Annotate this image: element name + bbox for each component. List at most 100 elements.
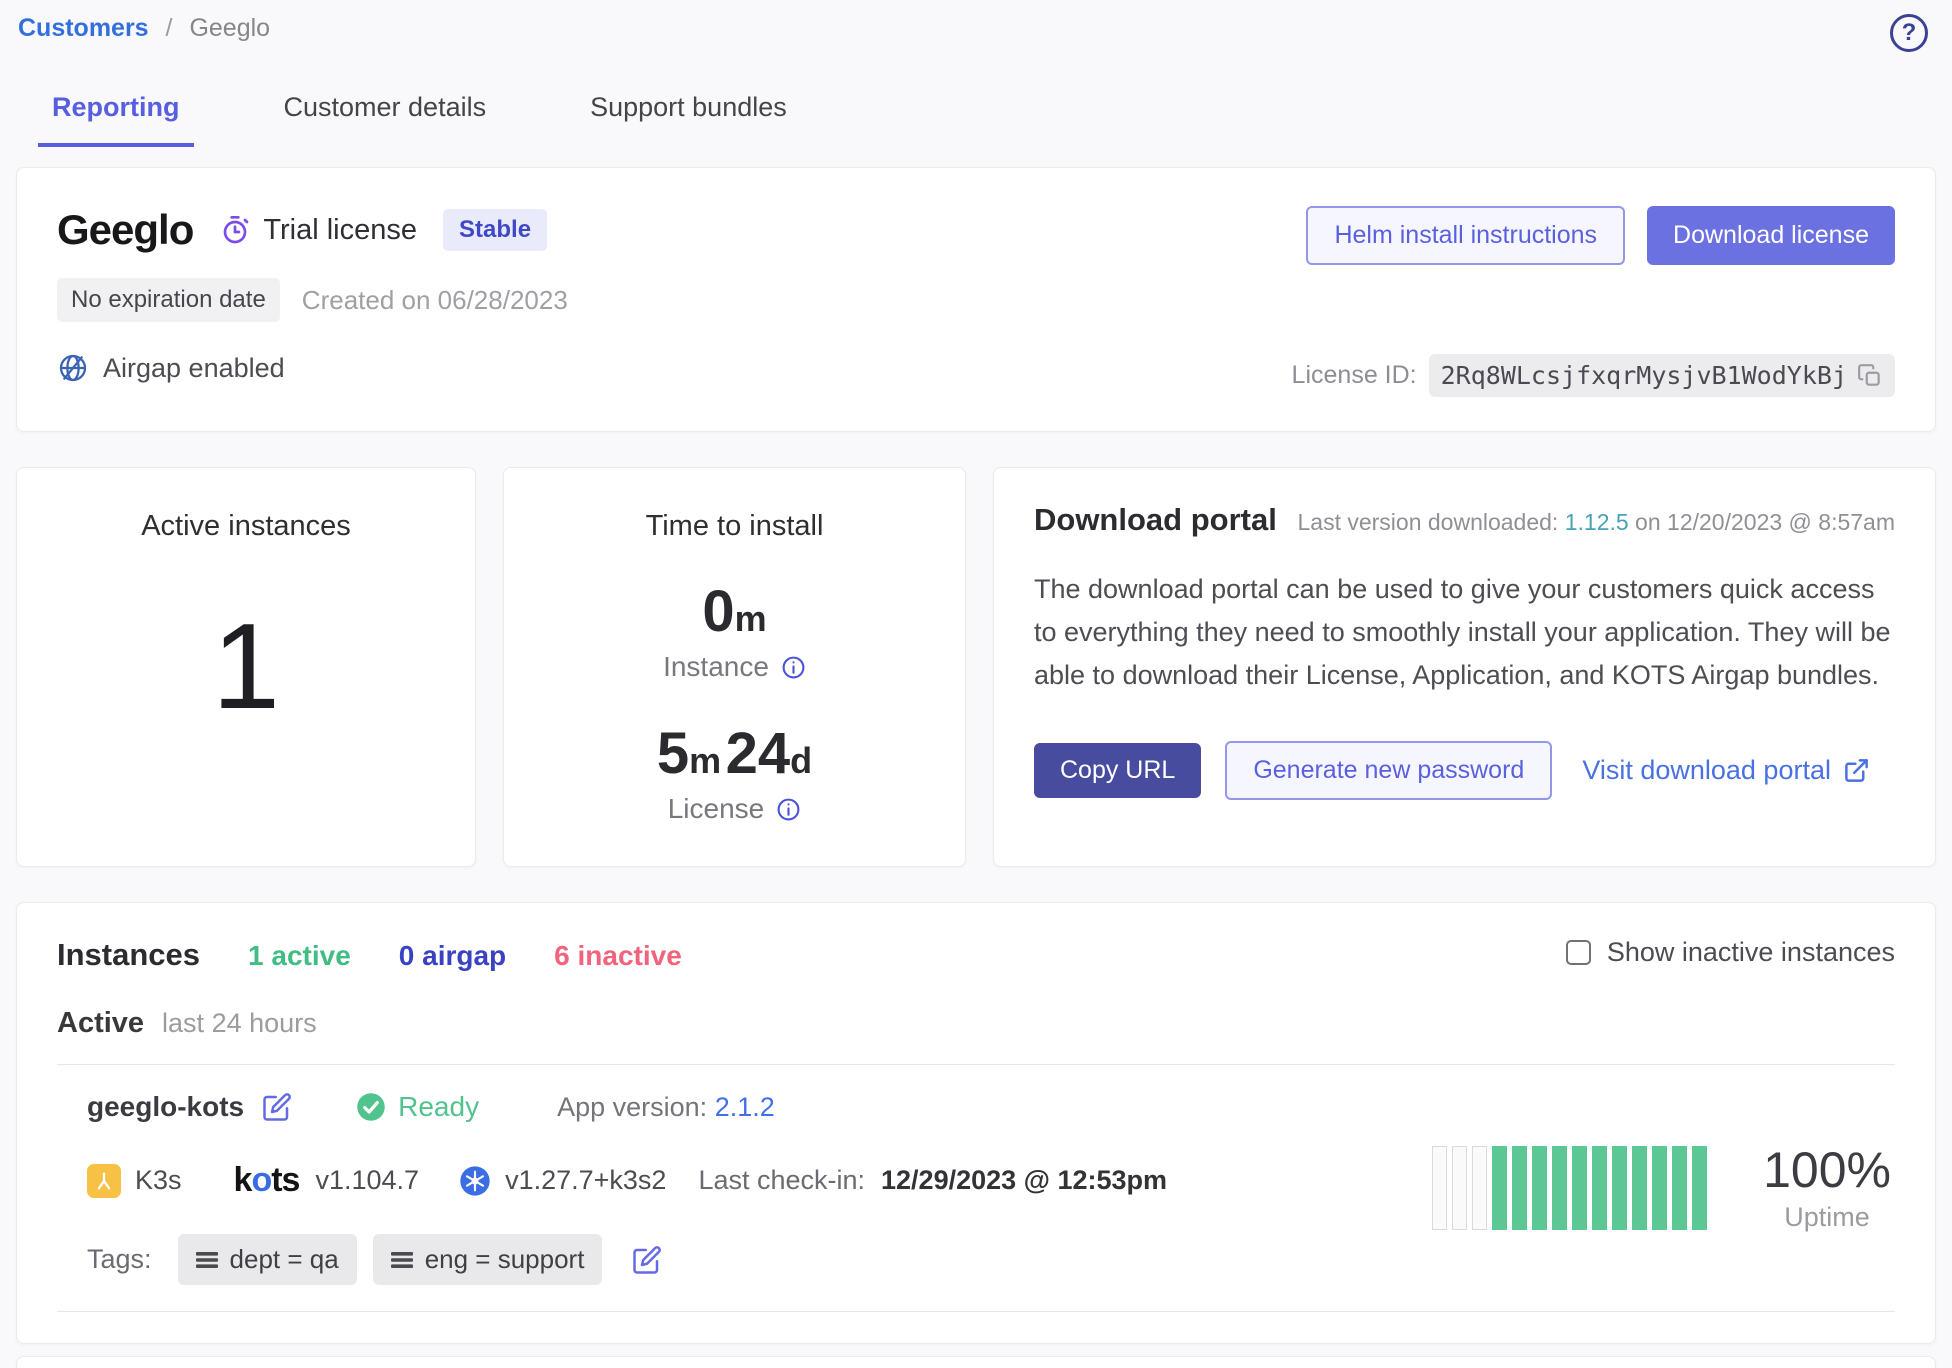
instance-install-time: 0m [504, 583, 965, 641]
visit-download-portal-label: Visit download portal [1582, 755, 1831, 786]
instance-row: geeglo-kots [57, 1065, 1895, 1311]
app-version: App version: 2.1.2 [557, 1092, 775, 1123]
ready-check-icon [356, 1092, 386, 1122]
count-inactive[interactable]: 6 inactive [554, 940, 682, 972]
download-portal-description: The download portal can be used to give … [1034, 568, 1895, 697]
instance-install-unit: m [735, 598, 767, 639]
tag-value: dept = qa [230, 1244, 339, 1275]
uptime-percent: 100% [1763, 1143, 1891, 1198]
app-version-label: App version: [557, 1092, 707, 1122]
breadcrumb-customers-link[interactable]: Customers [18, 14, 149, 42]
license-summary-left: Geeglo Trial license Stable [57, 206, 568, 397]
kots-logo-o: o [251, 1161, 271, 1199]
edit-instance-name-icon[interactable] [262, 1092, 292, 1122]
license-id-value: 2Rq8WLcsjfxqrMysjvB1WodYkBj [1429, 354, 1895, 397]
show-inactive-checkbox[interactable] [1566, 940, 1591, 965]
tag-bars-icon [196, 1251, 218, 1269]
license-info-icon[interactable] [776, 797, 801, 822]
license-type-label: Trial license [263, 214, 417, 247]
instance-install-label: Instance [663, 651, 769, 683]
created-date: Created on 06/28/2023 [302, 285, 568, 316]
instances-title: Instances [57, 937, 200, 973]
license-install-time: 5m 24d [504, 725, 965, 783]
distribution-chip: K3s [87, 1164, 182, 1198]
distribution-label: K3s [135, 1165, 182, 1196]
active-section-title: Active [57, 1007, 144, 1040]
help-icon[interactable]: ? [1890, 14, 1928, 52]
show-inactive-label: Show inactive instances [1607, 937, 1895, 968]
breadcrumb: Customers / Geeglo [18, 14, 270, 43]
kots-logo-ts: ts [271, 1161, 299, 1199]
last-version-link[interactable]: 1.12.5 [1565, 509, 1629, 535]
kots-logo: kots [234, 1161, 300, 1200]
license-install-label-row: License [504, 793, 965, 825]
download-license-button[interactable]: Download license [1647, 206, 1895, 265]
ready-label: Ready [398, 1091, 479, 1123]
generate-new-password-button[interactable]: Generate new password [1225, 741, 1552, 800]
airgap-label: Airgap enabled [103, 353, 285, 384]
uptime-section: 100% Uptime [1432, 1143, 1895, 1233]
edit-tags-icon[interactable] [632, 1245, 662, 1275]
instance-info-icon[interactable] [781, 655, 806, 680]
tab-customer-details[interactable]: Customer details [270, 92, 501, 147]
license-summary-right: Helm install instructions Download licen… [1292, 206, 1895, 397]
license-install-unit2: d [790, 740, 812, 781]
customer-reporting-page: Customers / Geeglo ? Reporting Customer … [0, 0, 1952, 1368]
kots-logo-k: k [234, 1161, 252, 1199]
kubernetes-version: v1.27.7+k3s2 [505, 1165, 666, 1196]
tab-bar: Reporting Customer details Support bundl… [16, 92, 1936, 147]
tag-value: eng = support [425, 1244, 585, 1275]
count-airgap[interactable]: 0 airgap [399, 940, 506, 972]
tab-support-bundles[interactable]: Support bundles [576, 92, 801, 147]
last-version-downloaded: Last version downloaded: 1.12.5 on 12/20… [1297, 509, 1895, 536]
breadcrumb-current: Geeglo [189, 14, 270, 42]
active-instances-title: Active instances [17, 510, 475, 543]
license-install-unit1: m [689, 740, 721, 781]
uptime-bars [1432, 1146, 1707, 1230]
tag-pill-dept: dept = qa [178, 1234, 357, 1285]
time-to-install-card: Time to install 0m Instance 5m 24d Licen… [503, 467, 966, 867]
license-id-label: License ID: [1292, 361, 1417, 390]
active-instances-value: 1 [17, 605, 475, 727]
last-version-suffix: on 12/20/2023 @ 8:57am [1629, 509, 1895, 535]
visit-download-portal-link[interactable]: Visit download portal [1582, 755, 1870, 786]
license-type: Trial license [219, 214, 417, 247]
instance-install-label-row: Instance [504, 651, 965, 683]
download-portal-title: Download portal [1034, 502, 1277, 538]
external-link-icon [1843, 757, 1870, 784]
divider [57, 1311, 1895, 1312]
active-section-subtitle: last 24 hours [162, 1008, 317, 1039]
next-card-partial [16, 1356, 1936, 1368]
last-checkin-value: 12/29/2023 @ 12:53pm [881, 1165, 1167, 1196]
stats-row: Active instances 1 Time to install 0m In… [16, 467, 1936, 867]
last-version-prefix: Last version downloaded: [1297, 509, 1564, 535]
helm-install-instructions-button[interactable]: Helm install instructions [1306, 206, 1625, 265]
license-install-label: License [668, 793, 765, 825]
channel-badge: Stable [443, 209, 547, 251]
uptime-label: Uptime [1763, 1202, 1891, 1233]
kots-version: v1.104.7 [315, 1165, 419, 1196]
kubernetes-chip: v1.27.7+k3s2 [459, 1165, 666, 1197]
tags-label: Tags: [87, 1244, 152, 1275]
kubernetes-icon [459, 1165, 491, 1197]
count-active[interactable]: 1 active [248, 940, 351, 972]
active-instances-card: Active instances 1 [16, 467, 476, 867]
license-install-num1: 5 [657, 721, 689, 786]
instance-name: geeglo-kots [87, 1091, 244, 1123]
trial-timer-icon [219, 214, 251, 246]
copy-icon[interactable] [1857, 363, 1883, 389]
expiration-badge: No expiration date [57, 278, 280, 322]
license-summary-card: Geeglo Trial license Stable [16, 167, 1936, 432]
copy-url-button[interactable]: Copy URL [1034, 743, 1201, 798]
license-id-text: 2Rq8WLcsjfxqrMysjvB1WodYkBj [1441, 361, 1847, 390]
license-install-num2: 24 [726, 721, 791, 786]
tab-reporting[interactable]: Reporting [38, 92, 194, 147]
download-portal-card: Download portal Last version downloaded:… [993, 467, 1936, 867]
instance-install-num: 0 [702, 579, 734, 644]
airgap-globe-icon [57, 352, 89, 384]
app-version-link[interactable]: 2.1.2 [715, 1092, 775, 1122]
breadcrumb-separator: / [166, 14, 173, 42]
customer-name: Geeglo [57, 206, 193, 254]
time-to-install-title: Time to install [504, 510, 965, 543]
topbar: Customers / Geeglo ? [16, 14, 1936, 52]
